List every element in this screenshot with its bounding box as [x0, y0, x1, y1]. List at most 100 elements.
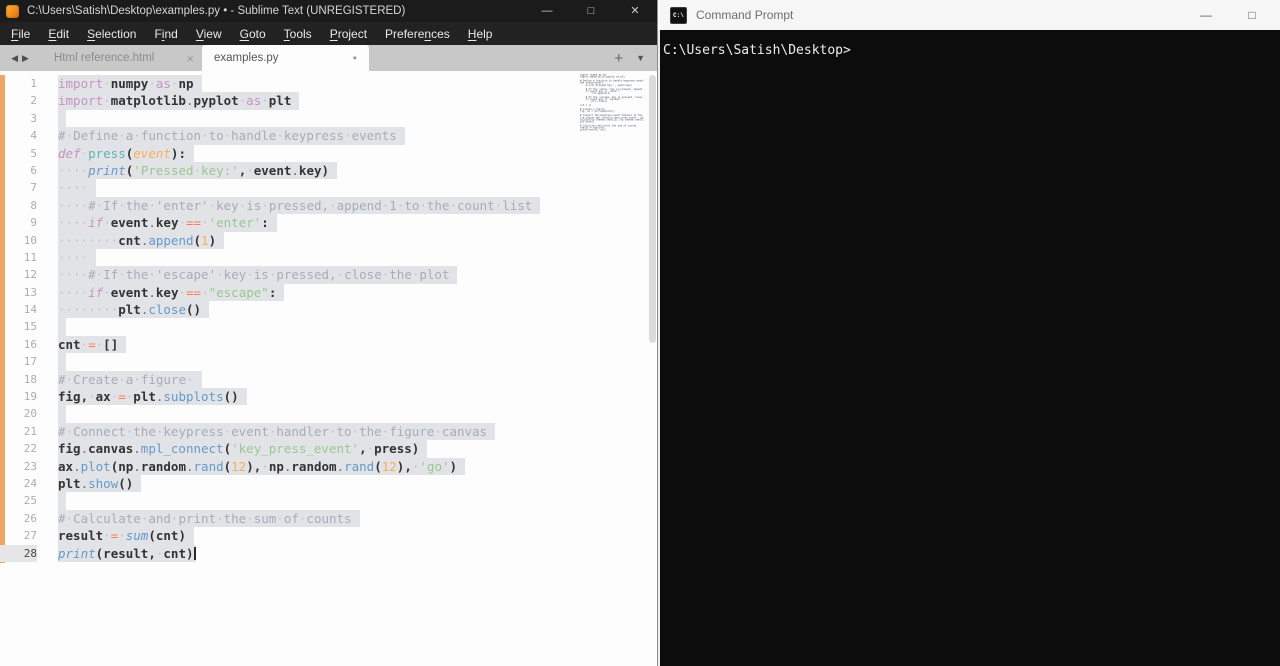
code-line: 24 plt.show() — [0, 474, 540, 493]
selection-highlight: print(result,·cnt) — [58, 544, 196, 562]
code-line: 9 ····if·event.key·==·'enter': — [0, 214, 540, 232]
line-number: 15 — [23, 320, 37, 334]
line-number: 9 — [30, 216, 37, 230]
code-line: 3 — [0, 109, 540, 128]
menu-bar: File Edit Selection Find View Goto Tools Projec… — [0, 22, 657, 45]
line-number: 26 — [23, 511, 37, 525]
selection-highlight: #·Calculate·and·print·the·sum·of·counts — [58, 509, 360, 528]
menu-goto[interactable]: Goto — [231, 27, 275, 41]
tab-label: examples.py — [214, 52, 279, 64]
line-number: 25 — [23, 494, 37, 508]
close-button[interactable]: ✕ — [613, 0, 657, 22]
cmd-console[interactable]: C:\Users\Satish\Desktop> — [658, 30, 1280, 666]
selection-highlight: #·Define·a·function·to·handle·keypress·e… — [58, 127, 405, 145]
tab-bar: ◀ ▶ Html reference.html × examples.py • + ▼ — [0, 45, 657, 71]
cmd-prompt-text: C:\Users\Satish\Desktop> — [663, 43, 851, 58]
new-tab-icon[interactable]: + — [614, 51, 623, 66]
tab-nav-arrows: ◀ ▶ — [0, 45, 40, 71]
menu-find[interactable]: Find — [145, 27, 186, 41]
line-number: 13 — [23, 285, 37, 299]
cmd-maximize-button[interactable]: □ — [1229, 0, 1275, 30]
menu-help[interactable]: Help — [459, 27, 502, 41]
cmd-minimize-button[interactable]: — — [1183, 0, 1229, 30]
line-number: 10 — [23, 233, 37, 247]
code-line: 19 fig,·ax·=·plt.subplots() — [0, 388, 540, 406]
code-line: 17 — [0, 353, 540, 371]
tab-html-reference-html[interactable]: Html reference.html × — [40, 45, 202, 71]
code-line: 13 ····if·event.key·==·"escape": — [0, 283, 540, 302]
line-number: 19 — [23, 390, 37, 404]
menu-project[interactable]: Project — [321, 27, 376, 41]
menu-tools[interactable]: Tools — [275, 27, 321, 41]
menu-preferences[interactable]: Preferences — [376, 27, 459, 41]
tab-overflow-icon[interactable]: ▼ — [636, 53, 645, 63]
selection-highlight: ····print('Pressed·key:',·event.key) — [58, 161, 338, 180]
minimap[interactable]: import numpy as np import matplotlib.pyp… — [580, 74, 644, 136]
sublime-title-bar[interactable]: C:\Users\Satish\Desktop\examples.py • - … — [0, 0, 657, 22]
tab-forward-icon[interactable]: ▶ — [22, 53, 29, 64]
modified-dot-icon: • — [352, 51, 357, 65]
code-line: 18 #·Create·a·figure· — [0, 370, 540, 389]
editor[interactable]: 1 import·numpy·as·np 2 import·matplotlib.py… — [0, 71, 657, 666]
selection-highlight: ····#·If·the·'enter'·key·is·pressed,·app… — [58, 196, 541, 215]
code-line: 12 ····#·If·the·'escape'·key·is·pressed,·… — [0, 266, 540, 284]
selection-highlight: ax.plot(np.random.rand(12),·np.random.ra… — [58, 457, 466, 475]
line-number: 5 — [30, 146, 37, 160]
code-lines: 1 import·numpy·as·np 2 import·matplotlib.py… — [0, 75, 541, 562]
line-number: 2 — [30, 94, 37, 108]
window-controls: — □ ✕ — [525, 0, 657, 22]
tab-bar-extra: + ▼ — [614, 45, 657, 71]
selection-highlight: fig.canvas.mpl_connect('key_press_event'… — [58, 440, 428, 458]
selection-highlight: plt.show() — [58, 474, 142, 493]
selection-highlight — [58, 318, 66, 336]
selection-highlight: ···· — [58, 248, 97, 267]
code-line: 25 — [0, 492, 540, 510]
line-number: 1 — [30, 77, 37, 90]
window-title: C:\Users\Satish\Desktop\examples.py • - … — [27, 5, 406, 17]
tab-back-icon[interactable]: ◀ — [11, 53, 18, 64]
menu-file[interactable]: File — [2, 27, 39, 41]
cmd-icon: C:\ — [670, 6, 687, 24]
line-number: 18 — [23, 372, 37, 386]
line-number: 22 — [23, 442, 37, 456]
selection-highlight: import·numpy·as·np — [58, 75, 202, 93]
code-line: 1 import·numpy·as·np — [0, 75, 540, 93]
cmd-title-bar[interactable]: C:\ Command Prompt — □ — [658, 0, 1280, 30]
code-line: 7 ···· — [0, 179, 540, 197]
text-cursor — [193, 546, 196, 560]
code-line: 28 print(result,·cnt) — [0, 544, 540, 562]
line-number: 3 — [30, 111, 37, 125]
code-line: 4 #·Define·a·function·to·handle·keypress·… — [0, 127, 540, 145]
selection-highlight: #·Create·a·figure· — [58, 370, 202, 389]
selection-highlight — [58, 109, 66, 128]
selection-highlight: ····#·If·the·'escape'·key·is·pressed,·cl… — [58, 266, 458, 284]
code-line: 11 ···· — [0, 248, 540, 267]
sublime-text-window: C:\Users\Satish\Desktop\examples.py • - … — [0, 0, 657, 666]
line-number: 20 — [23, 407, 37, 421]
code-line: 6 ····print('Pressed·key:',·event.key) — [0, 161, 540, 180]
menu-selection[interactable]: Selection — [78, 27, 145, 41]
code-line: 8 ····#·If·the·'enter'·key·is·pressed,·ap… — [0, 196, 541, 215]
selection-highlight: ····if·event.key·==·"escape": — [58, 283, 285, 302]
menu-view[interactable]: View — [187, 27, 231, 41]
close-tab-icon[interactable]: × — [186, 52, 194, 65]
menu-edit[interactable]: Edit — [39, 27, 78, 41]
code-line: 27 result·=·sum(cnt) — [0, 527, 540, 545]
selection-highlight: ········plt.close() — [58, 301, 210, 319]
editor-scrollbar[interactable] — [649, 75, 656, 343]
line-number: 4 — [30, 129, 37, 143]
line-number: 23 — [23, 459, 37, 473]
selection-highlight — [58, 492, 66, 510]
selection-highlight: #·Connect·the·keypress·event·handler·to·… — [58, 422, 496, 441]
tab-examples-py[interactable]: examples.py • — [202, 45, 369, 71]
minimize-button[interactable]: — — [525, 0, 569, 22]
selection-highlight: ········cnt.append(1) — [58, 231, 225, 249]
maximize-button[interactable]: □ — [569, 0, 613, 22]
code-line: 14 ········plt.close() — [0, 301, 540, 319]
line-number: 11 — [23, 250, 37, 264]
selection-highlight: cnt·=·[] — [58, 335, 127, 354]
line-number: 8 — [30, 198, 37, 212]
line-number: 14 — [23, 303, 37, 317]
line-number: 7 — [30, 181, 37, 195]
tab-label: Html reference.html — [54, 52, 155, 64]
